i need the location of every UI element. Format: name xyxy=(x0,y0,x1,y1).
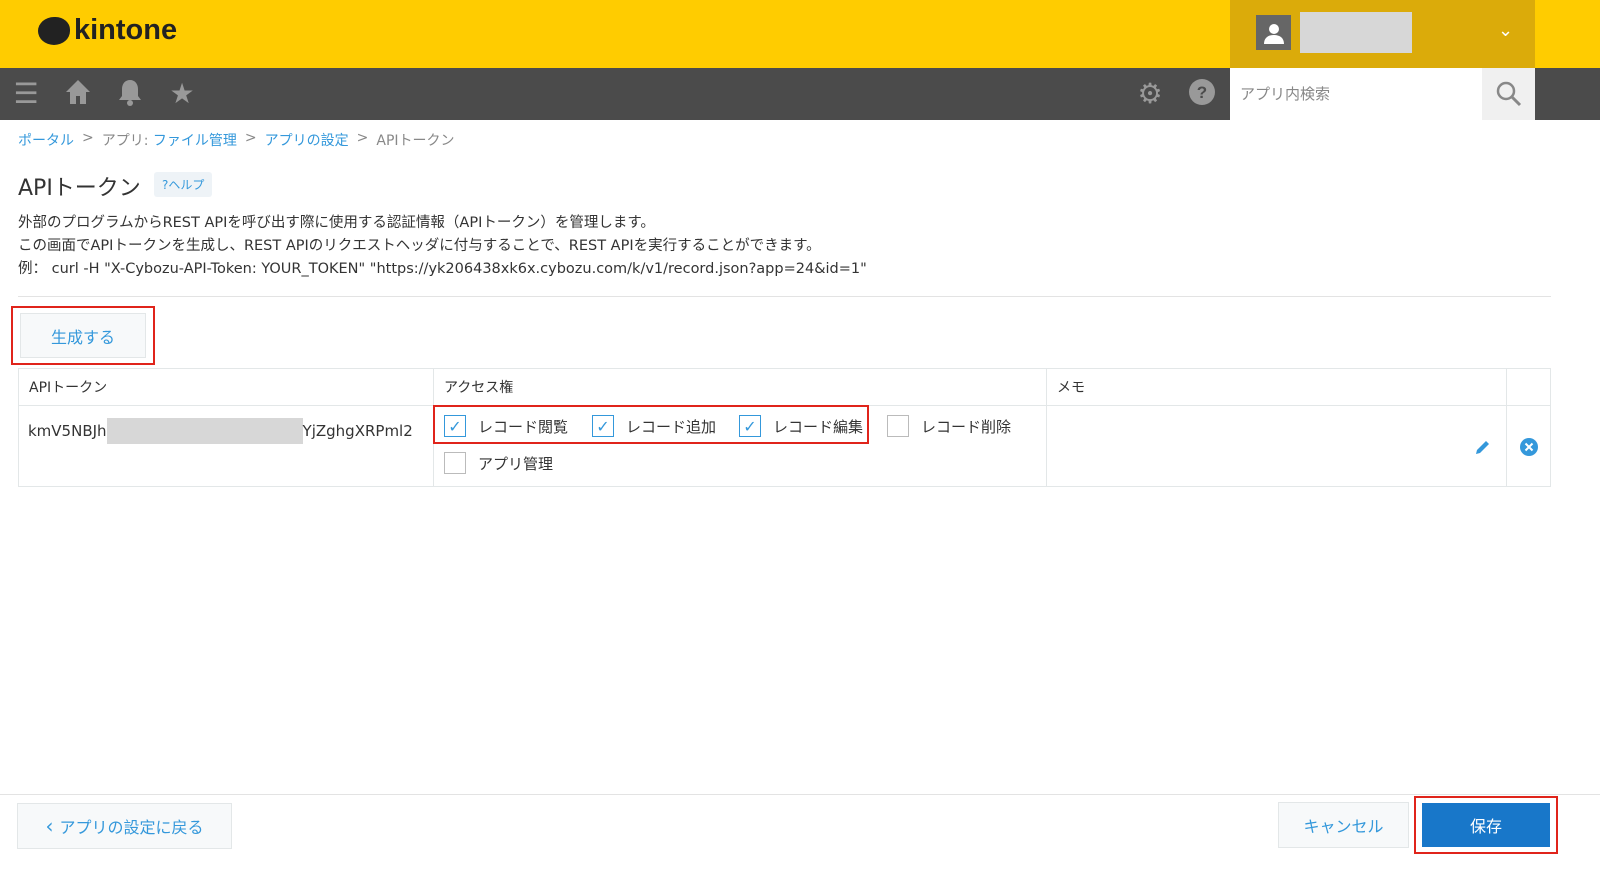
user-name-redacted xyxy=(1300,12,1412,53)
bell-icon[interactable] xyxy=(114,78,146,110)
cancel-button[interactable]: キャンセル xyxy=(1278,802,1409,848)
delete-cell xyxy=(1507,405,1551,487)
perm-label: アプリ管理 xyxy=(478,454,554,473)
description-example: 例： curl -H "X-Cybozu-API-Token: YOUR_TOK… xyxy=(18,261,867,277)
perm-label: レコード削除 xyxy=(921,417,1012,436)
chevron-down-icon[interactable]: ⌄ xyxy=(1498,20,1513,41)
page-title: APIトークン xyxy=(18,176,141,201)
token-redacted xyxy=(106,418,303,444)
perm-app-admin[interactable]: アプリ管理 xyxy=(444,452,553,474)
highlight-box: 保存 xyxy=(1414,796,1558,854)
column-header-token: APIトークン xyxy=(19,369,434,405)
checkbox-unchecked[interactable] xyxy=(887,415,909,437)
app-search-input[interactable] xyxy=(1230,68,1482,120)
token-end: YjZghgXRPml2 xyxy=(302,422,413,440)
divider xyxy=(18,296,1551,297)
perm-record-delete[interactable]: レコード削除 xyxy=(887,415,1011,437)
highlight-box xyxy=(433,405,869,444)
help-icon[interactable]: ? xyxy=(1186,78,1218,110)
column-header-access: アクセス権 xyxy=(434,369,1047,405)
breadcrumb: ポータル > アプリ: ファイル管理 > アプリの設定 > APIトークン xyxy=(18,130,455,150)
back-to-settings-button[interactable]: ‹ アプリの設定に戻る xyxy=(17,803,232,849)
token-start: kmV5NBJh xyxy=(28,422,107,440)
search-button[interactable] xyxy=(1482,68,1535,120)
delete-circle-icon[interactable] xyxy=(1520,438,1538,460)
description-line: この画面でAPIトークンを生成し、REST APIのリクエストヘッダに付与するこ… xyxy=(18,238,821,254)
search-icon xyxy=(1496,81,1521,107)
checkbox-unchecked[interactable] xyxy=(444,452,466,474)
save-button[interactable]: 保存 xyxy=(1422,803,1550,847)
gear-icon[interactable]: ⚙ xyxy=(1134,78,1166,110)
kintone-logo[interactable]: kintone xyxy=(38,14,177,47)
breadcrumb-portal[interactable]: ポータル xyxy=(18,130,74,150)
breadcrumb-separator: > xyxy=(356,130,369,146)
user-avatar-icon xyxy=(1256,15,1291,50)
memo-cell xyxy=(1047,405,1507,487)
user-menu[interactable]: ⌄ xyxy=(1230,0,1535,68)
edit-pencil-icon[interactable] xyxy=(1474,438,1492,460)
breadcrumb-app-settings[interactable]: アプリの設定 xyxy=(265,130,349,150)
menu-icon[interactable]: ☰ xyxy=(10,78,42,110)
logo-text: kintone xyxy=(74,14,178,46)
breadcrumb-separator: > xyxy=(244,130,257,146)
highlight-box: 生成する xyxy=(11,306,155,365)
back-label: アプリの設定に戻る xyxy=(59,818,204,837)
token-cell: kmV5NBJh YjZghgXRPml2 xyxy=(19,405,434,487)
description-line: 外部のプログラムからREST APIを呼び出す際に使用する認証情報（APIトーク… xyxy=(18,215,655,231)
star-icon[interactable]: ★ xyxy=(166,78,198,110)
breadcrumb-app[interactable]: ファイル管理 xyxy=(153,133,237,149)
svg-text:?: ? xyxy=(1197,83,1207,102)
help-link[interactable]: ?ヘルプ xyxy=(154,172,213,197)
breadcrumb-current: APIトークン xyxy=(376,133,455,149)
generate-button[interactable]: 生成する xyxy=(20,313,146,358)
footer-divider xyxy=(0,794,1600,795)
nav-bar: ☰ ★ ⚙ ? xyxy=(0,68,1600,120)
breadcrumb-app-prefix: アプリ: xyxy=(101,133,149,149)
chevron-left-icon: ‹ xyxy=(45,814,54,838)
home-icon[interactable] xyxy=(62,78,94,110)
top-header: kintone ⌄ xyxy=(0,0,1600,68)
breadcrumb-separator: > xyxy=(82,130,94,146)
column-header-memo: メモ xyxy=(1047,369,1507,405)
